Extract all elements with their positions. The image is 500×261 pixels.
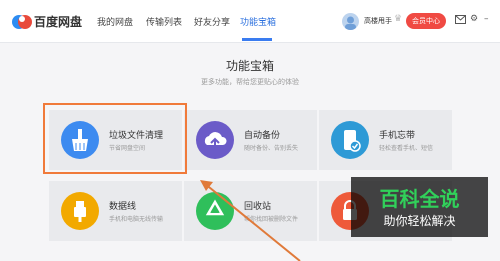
watermark-subtitle: 助你轻松解决	[383, 214, 456, 228]
watermark: 百科全说 助你轻松解决	[351, 177, 488, 237]
watermark-title: 百科全说	[379, 187, 460, 211]
app-window: 百度网盘 我的网盘 传输列表 好友分享 功能宝箱 高楼甩手 ♛ 会员中心 ⚙ –…	[0, 0, 500, 261]
